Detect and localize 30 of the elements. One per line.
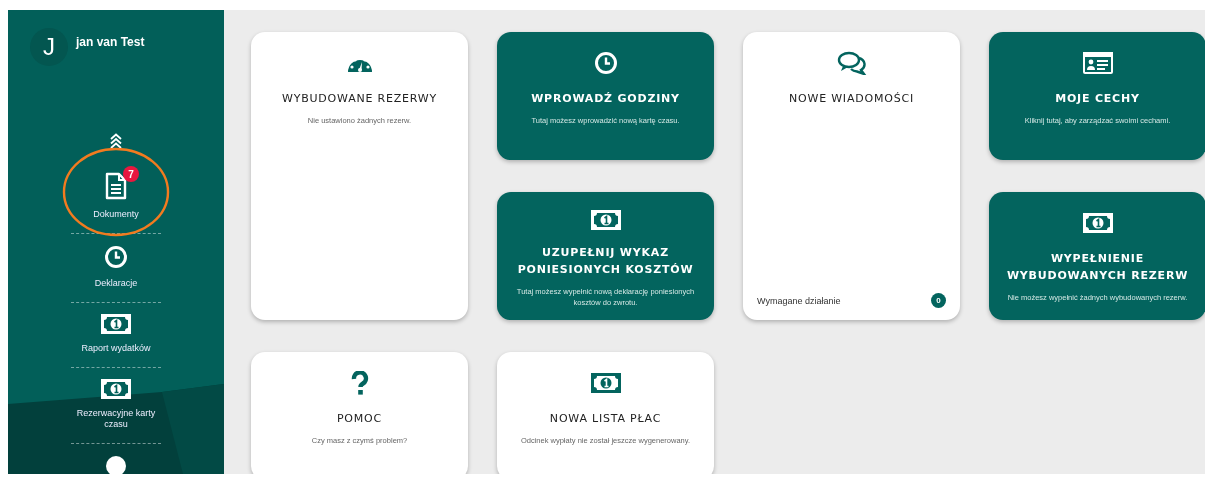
banknote-icon xyxy=(101,314,131,334)
banknote-icon xyxy=(101,379,131,399)
card-title: WYPEŁNIENIE WYBUDOWANYCH REZERW xyxy=(1005,251,1190,284)
clock-icon xyxy=(104,245,128,269)
avatar[interactable]: J xyxy=(30,28,68,66)
sidebar-item[interactable]: Deklaracje xyxy=(71,234,161,303)
card-title: POMOC xyxy=(336,411,383,427)
user-name: jan van Test xyxy=(76,35,145,49)
document-icon xyxy=(105,172,127,200)
id-card-icon xyxy=(1081,51,1114,75)
card-title: MOJE CECHY xyxy=(1055,91,1140,107)
footer-label: Wymagane działanie xyxy=(757,295,841,306)
sidebar-item[interactable]: Raport wydatków xyxy=(71,303,161,368)
clock-icon xyxy=(593,51,618,75)
banknote-icon xyxy=(590,373,621,393)
banknote-icon xyxy=(1082,213,1113,233)
banknote-icon xyxy=(590,210,621,230)
card-title: NOWE WIADOMOŚCI xyxy=(788,91,914,107)
info-card[interactable]: NOWE WIADOMOŚCI Wymagane działanie 0 xyxy=(743,32,960,320)
chat-icon xyxy=(836,51,867,75)
count-badge: 0 xyxy=(931,293,946,308)
sidebar-item[interactable]: 7 Dokumenty xyxy=(71,161,161,234)
count-badge: 7 xyxy=(123,166,139,182)
card-title: WPROWADŹ GODZINY xyxy=(531,91,680,107)
card-title: UZUPEŁNIJ WYKAZ PONIESIONYCH KOSZTÓW xyxy=(516,245,695,278)
chevrons-up-icon[interactable] xyxy=(109,133,123,149)
sidebar-item[interactable]: Rezerwacyjne karty czasu xyxy=(71,368,161,444)
card-title: NOWA LISTA PŁAC xyxy=(549,411,662,427)
question-icon xyxy=(350,371,369,395)
card-title: WYBUDOWANE REZERWY xyxy=(281,91,438,107)
